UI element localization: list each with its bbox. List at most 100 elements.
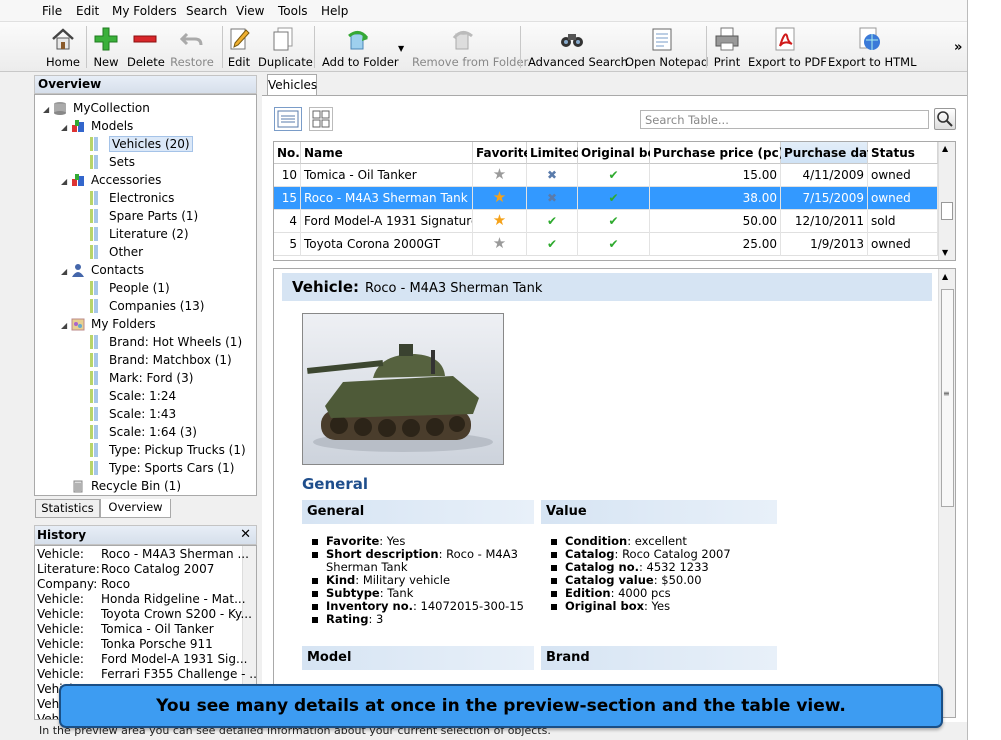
tree-item[interactable]: Scale: 1:43 bbox=[79, 405, 176, 423]
table-row[interactable]: 15 Roco - M4A3 Sherman Tank ★ ✖ ✔ 38.00 7/15/2… bbox=[274, 187, 938, 210]
table-row[interactable]: 5 Toyota Corona 2000GT ★ ✔ ✔ 25.00 1/9/2013 own… bbox=[274, 233, 938, 256]
open-notepad-button[interactable]: Open Notepad bbox=[625, 24, 708, 70]
delete-button[interactable]: Delete bbox=[127, 24, 165, 70]
menu-tools[interactable]: Tools bbox=[278, 4, 308, 18]
history-item[interactable]: Vehicle: Ford Model-A 1931 Sig... bbox=[37, 652, 247, 667]
section-brand: Brand bbox=[541, 646, 777, 670]
preview-scrollbar[interactable]: ▲ ≡ bbox=[938, 269, 955, 717]
tree-item-label: Scale: 1:43 bbox=[109, 407, 177, 421]
tree-item[interactable]: Electronics bbox=[79, 189, 174, 207]
export-pdf-button[interactable]: Export to PDF bbox=[748, 24, 827, 70]
tab-vehicles[interactable]: Vehicles bbox=[267, 74, 317, 95]
tree-item[interactable]: ◢ Contacts bbox=[61, 261, 144, 279]
search-button[interactable] bbox=[934, 108, 956, 130]
list-view-button[interactable] bbox=[274, 107, 302, 131]
tree-item[interactable]: Other bbox=[79, 243, 143, 261]
expand-toggle-icon[interactable]: ◢ bbox=[43, 101, 53, 119]
menu-edit[interactable]: Edit bbox=[76, 4, 99, 18]
tree-item[interactable]: Spare Parts (1) bbox=[79, 207, 198, 225]
column-header[interactable]: No. bbox=[274, 142, 301, 164]
history-item[interactable]: Vehicle: Tomica - Oil Tanker bbox=[37, 622, 214, 637]
add-to-folder-dropdown[interactable]: ▼ bbox=[396, 24, 406, 70]
history-item[interactable]: Company: Roco bbox=[37, 577, 130, 592]
tree-item[interactable]: Type: Pickup Trucks (1) bbox=[79, 441, 246, 459]
tab-statistics[interactable]: Statistics bbox=[35, 499, 100, 518]
tree-item[interactable]: ◢ Accessories bbox=[61, 171, 161, 189]
tree-item[interactable]: Recycle Bin (1) bbox=[61, 477, 181, 495]
advanced-search-button[interactable]: Advanced Search bbox=[528, 24, 628, 70]
cell-status: owned bbox=[868, 164, 938, 187]
column-header[interactable]: Favorite bbox=[473, 142, 532, 164]
menu-help[interactable]: Help bbox=[321, 4, 348, 18]
tree-item[interactable]: Companies (13) bbox=[79, 297, 204, 315]
remove-from-folder-button[interactable]: Remove from Folder bbox=[412, 24, 528, 70]
tree-item[interactable]: Type: Sports Cars (1) bbox=[79, 459, 234, 477]
history-item[interactable]: Literature:Roco Catalog 2007 bbox=[37, 562, 214, 577]
expand-toggle-icon[interactable]: ◢ bbox=[61, 119, 71, 137]
tree-item[interactable]: ◢ Models bbox=[61, 117, 133, 135]
expand-toggle-icon[interactable]: ◢ bbox=[61, 263, 71, 281]
tree-item-label: Mark: Ford (3) bbox=[109, 371, 194, 385]
column-header[interactable]: Status bbox=[868, 142, 938, 164]
tree-item[interactable]: Literature (2) bbox=[79, 225, 189, 243]
tab-overview[interactable]: Overview bbox=[100, 499, 171, 518]
property-key: Edition bbox=[565, 586, 611, 600]
cell-favorite: ★ bbox=[473, 187, 527, 210]
duplicate-button[interactable]: Duplicate bbox=[258, 24, 313, 70]
tree-item[interactable]: Sets bbox=[79, 153, 135, 171]
history-item[interactable]: Vehicle: Tonka Porsche 911 bbox=[37, 637, 213, 652]
folder-icon bbox=[89, 371, 103, 385]
add-to-folder-button[interactable]: Add to Folder bbox=[322, 24, 399, 70]
history-item[interactable]: Vehicle: Honda Ridgeline - Mat... bbox=[37, 592, 246, 607]
cell-name: Tomica - Oil Tanker bbox=[301, 164, 473, 187]
value-list: Condition: excellent Catalog: Roco Catalo… bbox=[541, 535, 777, 613]
edit-button[interactable]: Edit bbox=[226, 24, 252, 70]
home-button[interactable]: Home bbox=[44, 24, 82, 70]
export-html-button[interactable]: Export to HTML bbox=[828, 24, 917, 70]
menu-search[interactable]: Search bbox=[186, 4, 227, 18]
preview-name: Roco - M4A3 Sherman Tank bbox=[365, 281, 543, 296]
expand-toggle-icon[interactable]: ◢ bbox=[61, 317, 71, 335]
table-row[interactable]: 4 Ford Model-A 1931 Signature ★ ✔ ✔ 50.00 12/1… bbox=[274, 210, 938, 233]
tree-item[interactable]: Brand: Hot Wheels (1) bbox=[79, 333, 242, 351]
expand-toggle-icon[interactable]: ◢ bbox=[61, 173, 71, 191]
tree-item[interactable]: Brand: Matchbox (1) bbox=[79, 351, 232, 369]
history-kind: Vehicle: bbox=[37, 637, 84, 651]
my-folders-icon bbox=[71, 317, 85, 331]
table-scrollbar[interactable]: ▲ ▼ bbox=[938, 142, 955, 260]
tree-item[interactable]: People (1) bbox=[79, 279, 170, 297]
property-value: 4000 pcs bbox=[618, 586, 671, 600]
close-icon[interactable]: ✕ bbox=[240, 527, 251, 542]
column-header[interactable]: Purchase price (pc) [$] bbox=[650, 142, 808, 164]
tree-item[interactable]: Vehicles (20) bbox=[79, 135, 193, 153]
tree-item[interactable]: Scale: 1:24 bbox=[79, 387, 176, 405]
menu-my-folders[interactable]: My Folders bbox=[112, 4, 177, 18]
favorite-star-icon: ★ bbox=[492, 234, 507, 252]
menu-file[interactable]: File bbox=[42, 4, 62, 18]
column-header[interactable]: Limited bbox=[527, 142, 581, 164]
tree-item[interactable]: Mark: Ford (3) bbox=[79, 369, 193, 387]
history-item[interactable]: Vehicle: Ferrari F355 Challenge - ... bbox=[37, 667, 256, 682]
tree-item[interactable]: ◢ My Folders bbox=[61, 315, 156, 333]
column-header[interactable]: Name bbox=[301, 142, 473, 164]
tree-item[interactable]: ◢ MyCollection bbox=[43, 99, 150, 117]
column-header[interactable]: Purchase date bbox=[781, 142, 881, 164]
check-icon: ✔ bbox=[608, 237, 619, 251]
desktop-edge bbox=[968, 0, 1001, 740]
tree-item[interactable]: Scale: 1:64 (3) bbox=[79, 423, 197, 441]
toolbar-overflow-button[interactable]: » bbox=[952, 24, 966, 70]
history-item[interactable]: Vehicle: Roco - M4A3 Sherman ... bbox=[37, 547, 249, 562]
history-item[interactable]: Vehicle: Toyota Crown S200 - Ky... bbox=[37, 607, 252, 622]
folder-icon bbox=[89, 335, 103, 349]
search-input[interactable]: Search Table... bbox=[640, 110, 929, 129]
table-row[interactable]: 10 Tomica - Oil Tanker ★ ✖ ✔ 15.00 4/11/2009 ow… bbox=[274, 164, 938, 187]
vehicle-photo bbox=[302, 313, 504, 465]
menu-view[interactable]: View bbox=[236, 4, 264, 18]
restore-button[interactable]: Restore bbox=[170, 24, 214, 70]
cell-date: 12/10/2011 bbox=[781, 210, 868, 233]
print-button[interactable]: Print bbox=[712, 24, 742, 70]
column-header[interactable]: Original box bbox=[578, 142, 663, 164]
property-item: Rating: 3 bbox=[302, 613, 534, 626]
new-button[interactable]: New bbox=[90, 24, 122, 70]
grid-view-button[interactable] bbox=[309, 107, 333, 131]
